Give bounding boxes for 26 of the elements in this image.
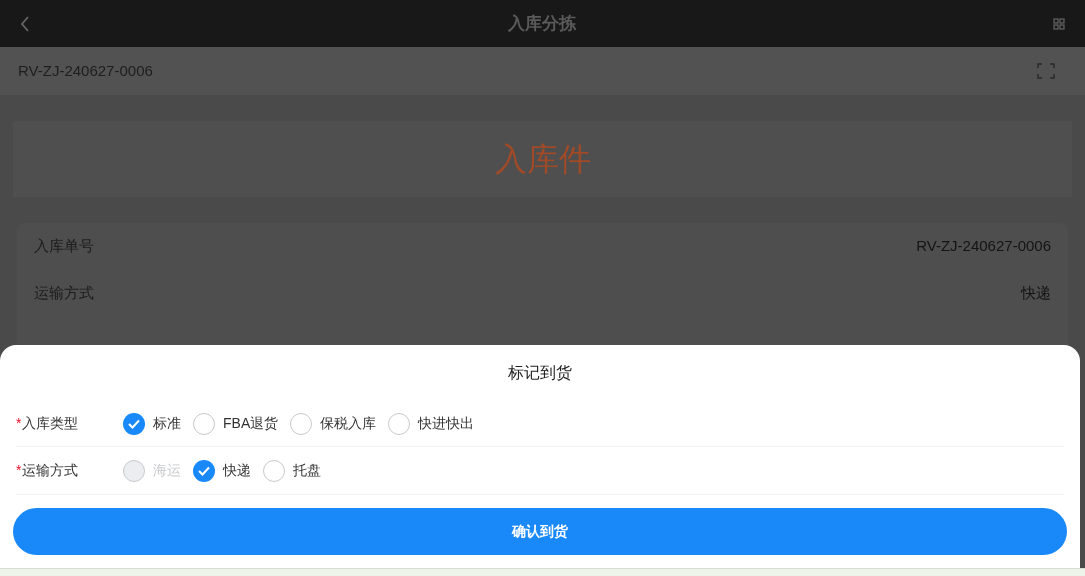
field-label: 入库类型 (22, 414, 79, 433)
info-value: RV-ZJ-240627-0006 (916, 236, 1051, 257)
radio-icon (388, 412, 411, 435)
radio-icon (263, 459, 285, 482)
checked-radio-icon (123, 412, 145, 435)
required-mark: * (16, 414, 22, 433)
banner-title: 入库件 (494, 140, 591, 179)
radio-option[interactable]: 标准 (123, 412, 181, 435)
radio-option[interactable]: 托盘 (263, 459, 321, 482)
back-icon[interactable] (20, 15, 30, 32)
checked-radio-icon (193, 459, 215, 482)
radio-option[interactable]: 快递 (193, 459, 251, 482)
radio-option[interactable]: 保税入库 (290, 412, 377, 435)
field-label: 运输方式 (22, 461, 79, 480)
page-title: 入库分拣 (507, 12, 576, 35)
radio-icon (290, 412, 313, 435)
scan-icon[interactable] (1037, 63, 1055, 79)
required-mark: * (16, 461, 22, 480)
confirm-button[interactable]: 确认到货 (13, 508, 1067, 555)
info-value: 快递 (1021, 283, 1051, 304)
radio-icon (193, 412, 215, 435)
radio-option[interactable]: 快进快出 (388, 412, 475, 435)
grid-icon[interactable] (1053, 17, 1065, 30)
sheet-title: 标记到货 (507, 363, 573, 383)
radio-icon (123, 459, 145, 482)
radio-option[interactable]: FBA退货 (193, 412, 279, 435)
